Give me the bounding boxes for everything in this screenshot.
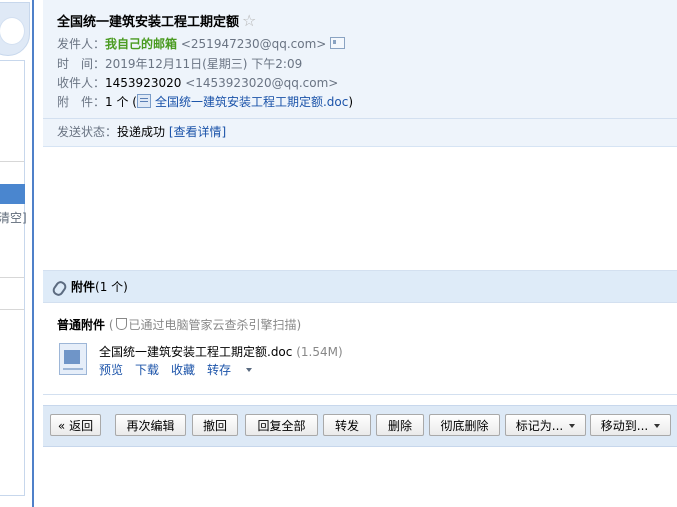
- scan-text: 已通过电脑管家云查杀引擎扫描): [128, 318, 302, 332]
- scan-open: (: [108, 318, 114, 332]
- attachments-title: 附件(1 个): [71, 278, 128, 295]
- attachment-link[interactable]: 全国统一建筑安装工程工期定额.doc: [155, 95, 348, 109]
- sidebar-clear-link[interactable]: 清空]: [0, 209, 27, 226]
- contact-card-icon[interactable]: [330, 37, 346, 49]
- save-to-link[interactable]: 转存: [207, 363, 253, 377]
- mail-logo: [0, 2, 30, 56]
- send-status-row: 发送状态：投递成功 [查看详情]: [57, 123, 226, 141]
- back-button[interactable]: « 返回: [50, 414, 101, 436]
- favorite-link[interactable]: 收藏: [171, 363, 195, 377]
- to-label: 收件人：: [57, 76, 106, 90]
- doc-file-icon: [136, 94, 151, 108]
- attachment-actions: 预览 下载 收藏 转存: [99, 361, 264, 378]
- shield-icon: [115, 318, 127, 330]
- pane-divider: [32, 0, 34, 507]
- from-label: 发件人：: [57, 37, 106, 51]
- status-label: 发送状态：: [57, 125, 118, 139]
- time-row: 时 间：2019年12月11日(星期三) 下午2:09: [57, 55, 302, 73]
- chevron-down-icon: [569, 424, 576, 428]
- attach-count: 1 个 (: [105, 95, 137, 109]
- sidebar-divider: [0, 277, 24, 278]
- attachment-row: 附 件：1 个 ( 全国统一建筑安装工程工期定额.doc): [57, 93, 353, 111]
- recipient-name[interactable]: 1453923020: [105, 76, 181, 90]
- paperclip-icon: [50, 279, 69, 298]
- chevron-down-icon: [654, 424, 661, 428]
- recall-button[interactable]: 撤回: [192, 414, 238, 436]
- reply-all-button[interactable]: 回复全部: [245, 414, 318, 436]
- from-row: 发件人：我自己的邮箱 <251947230@qq.com>: [57, 35, 346, 53]
- attach-close: ): [348, 95, 354, 109]
- delete-button[interactable]: 删除: [376, 414, 424, 436]
- delete-forever-button[interactable]: 彻底删除: [429, 414, 500, 436]
- attachment-file-row: 全国统一建筑安装工程工期定额.doc (1.54M): [99, 343, 343, 360]
- forward-button[interactable]: 转发: [323, 414, 371, 436]
- time-label: 时 间：: [57, 57, 106, 71]
- save-to-label: 转存: [207, 363, 232, 377]
- attachments-title-text: 附件: [71, 280, 96, 294]
- normal-attachments-row: 普通附件 ( 已通过电脑管家云查杀引擎扫描): [57, 316, 301, 333]
- mail-toolbar: « 返回 再次编辑 撤回 回复全部 转发 删除 彻底删除 标记为... 移动到.…: [43, 405, 677, 447]
- left-sidebar: 清空]: [0, 0, 30, 507]
- mail-subject: 全国统一建筑安装工程工期定额 ☆: [57, 11, 256, 30]
- subject-text: 全国统一建筑安装工程工期定额: [57, 15, 240, 30]
- time-value: 2019年12月11日(星期三) 下午2:09: [105, 57, 303, 71]
- preview-link[interactable]: 预览: [99, 363, 123, 377]
- move-to-label: 移动到...: [600, 419, 649, 433]
- sidebar-divider: [0, 161, 24, 162]
- sender-name[interactable]: 我自己的邮箱: [105, 37, 177, 51]
- view-details-link[interactable]: [查看详情]: [169, 125, 226, 139]
- attachments-header: 附件(1 个): [43, 271, 677, 303]
- normal-attachments-label: 普通附件: [57, 318, 106, 332]
- mark-as-label: 标记为...: [515, 419, 564, 433]
- sidebar-divider: [0, 309, 24, 310]
- attachments-count: (1 个): [95, 280, 128, 294]
- to-row: 收件人：1453923020 <1453923020@qq.com>: [57, 74, 338, 92]
- mark-as-button[interactable]: 标记为...: [505, 414, 586, 436]
- download-link[interactable]: 下载: [135, 363, 159, 377]
- move-to-button[interactable]: 移动到...: [590, 414, 671, 436]
- star-icon[interactable]: ☆: [242, 11, 256, 30]
- chevron-down-icon: [246, 368, 253, 372]
- header-divider: [43, 118, 677, 119]
- scan-note: ( 已通过电脑管家云查杀引擎扫描): [109, 318, 301, 332]
- sidebar-item-active[interactable]: [0, 184, 25, 204]
- folder-panel: 清空]: [0, 60, 27, 496]
- sender-address: <251947230@qq.com>: [180, 37, 327, 51]
- mail-header: 全国统一建筑安装工程工期定额 ☆ 发件人：我自己的邮箱 <251947230@qq…: [43, 0, 677, 147]
- attachment-file-size: (1.54M): [296, 345, 343, 359]
- reedit-button[interactable]: 再次编辑: [115, 414, 186, 436]
- status-value: 投递成功: [117, 125, 166, 139]
- attachment-file-name[interactable]: 全国统一建筑安装工程工期定额.doc: [99, 345, 292, 359]
- attachments-section: 附件(1 个) 普通附件 ( 已通过电脑管家云查杀引擎扫描) 全国统一建筑安装工程…: [43, 270, 677, 395]
- attach-label: 附 件：: [57, 95, 106, 109]
- mail-read-pane: 全国统一建筑安装工程工期定额 ☆ 发件人：我自己的邮箱 <251947230@qq…: [43, 0, 677, 507]
- recipient-address: <1453923020@qq.com>: [185, 76, 339, 90]
- doc-file-icon[interactable]: [59, 343, 87, 375]
